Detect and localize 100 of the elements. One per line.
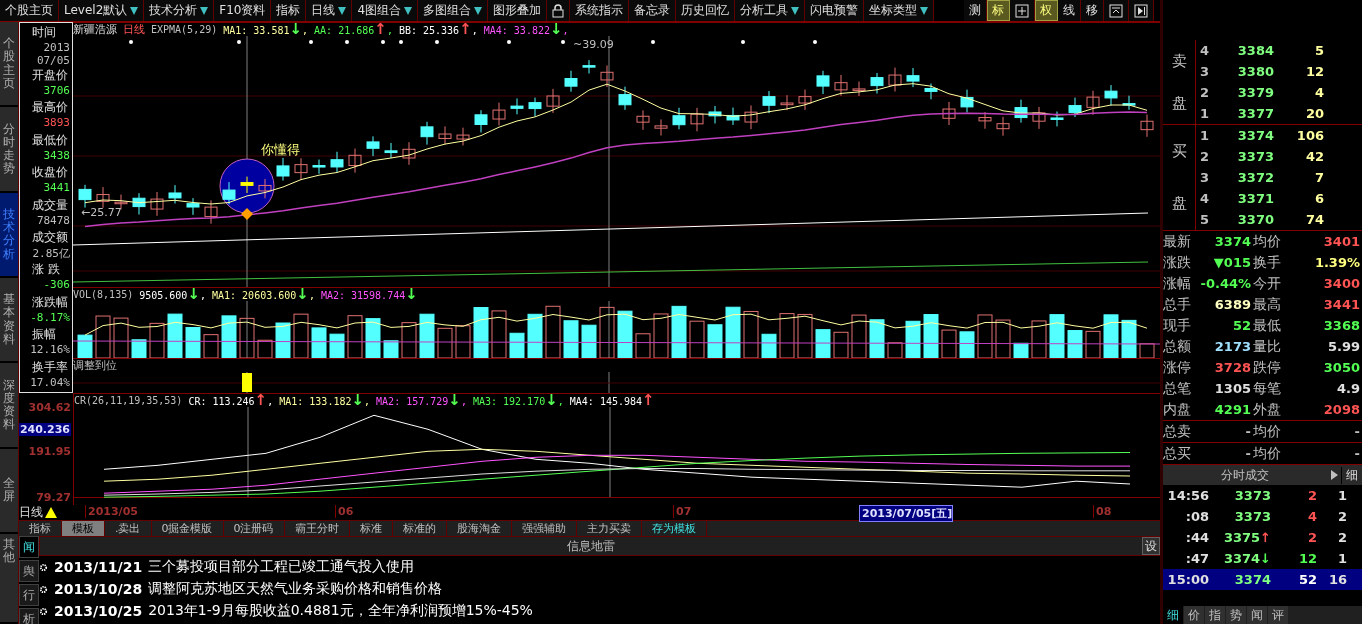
volume-bar bbox=[815, 329, 831, 358]
candlestick bbox=[114, 194, 128, 210]
trade-row[interactable]: 15:00 3374 52 16 bbox=[1163, 569, 1362, 590]
trade-row[interactable]: :44 3375↑ 2 2 bbox=[1163, 527, 1362, 548]
toolbar-button[interactable]: 测 bbox=[964, 0, 988, 21]
toolbar-button[interactable]: 线 bbox=[1058, 0, 1082, 21]
view-tab[interactable]: 势 bbox=[1226, 606, 1246, 624]
toolbar-button[interactable]: 备忘录 bbox=[629, 0, 677, 21]
toolbar-button[interactable]: 多图组合 bbox=[418, 0, 489, 21]
news-title[interactable]: 三个募投项目部分工程已竣工通气投入使用 bbox=[148, 558, 415, 576]
toolbar-button[interactable]: 分析工具 bbox=[735, 0, 806, 21]
level-number: 4 bbox=[1199, 43, 1211, 58]
candlestick bbox=[564, 70, 578, 93]
volume-bar bbox=[293, 313, 309, 358]
side-tab[interactable]: 深度资料 bbox=[0, 363, 18, 449]
info-value: 07/05 bbox=[35, 54, 70, 67]
bid-volume: 6 bbox=[1313, 191, 1324, 206]
date-label: 07 bbox=[673, 505, 692, 518]
level-number: 3 bbox=[1199, 170, 1211, 185]
toolbar-button[interactable]: 个股主页 bbox=[0, 0, 59, 21]
candlestick bbox=[1140, 114, 1154, 138]
stat-label: 现手 bbox=[1163, 315, 1192, 335]
volume-bar bbox=[905, 320, 921, 358]
stat-value: 3050 bbox=[1322, 359, 1361, 377]
window-icon[interactable] bbox=[1109, 3, 1124, 18]
side-tab[interactable]: 分时走势 bbox=[0, 107, 18, 193]
grid-icon[interactable] bbox=[1015, 3, 1030, 18]
toolbar-button[interactable]: 权 bbox=[1035, 0, 1059, 21]
candlestick bbox=[474, 109, 488, 133]
candlestick bbox=[1050, 111, 1064, 127]
info-value: 17.04% bbox=[29, 375, 70, 389]
news-title[interactable]: 2013年1-9月每股收益0.4881元，全年净利润预增15%-45% bbox=[148, 602, 533, 620]
toolbar-button[interactable]: 4图组合 bbox=[352, 0, 419, 21]
template-tab[interactable]: 模板 bbox=[62, 521, 105, 536]
view-tab[interactable]: 价 bbox=[1184, 606, 1204, 624]
trade-row[interactable]: :47 3374↓ 12 1 bbox=[1163, 548, 1362, 569]
stat-value: 3374 bbox=[1213, 233, 1252, 251]
candlestick bbox=[654, 118, 668, 137]
candlestick bbox=[834, 74, 848, 97]
view-tab[interactable]: 评 bbox=[1268, 606, 1288, 624]
view-tab[interactable]: 指 bbox=[1205, 606, 1225, 624]
stat-label: 外盘 bbox=[1253, 399, 1282, 419]
stat-value: 4291 bbox=[1213, 401, 1252, 419]
volume-bar bbox=[311, 327, 327, 358]
view-tab[interactable]: 细 bbox=[1163, 606, 1183, 624]
toolbar-button[interactable]: 标 bbox=[987, 0, 1011, 21]
info-label: 振幅 bbox=[31, 326, 57, 344]
lock-icon[interactable] bbox=[552, 3, 565, 18]
stat-value: ▼015 bbox=[1212, 254, 1252, 272]
news-tab[interactable]: 闻 bbox=[19, 536, 39, 558]
side-tab[interactable]: 其他 bbox=[0, 533, 18, 624]
detail-button[interactable]: 细 bbox=[1341, 466, 1362, 484]
toolbar-button[interactable]: 日线 bbox=[306, 0, 353, 21]
toolbar-button[interactable]: 指标 bbox=[271, 0, 307, 21]
toolbar-button[interactable]: 图形叠加 bbox=[488, 0, 548, 21]
toolbar-button[interactable]: 坐标类型 bbox=[864, 0, 935, 21]
side-tab[interactable]: 个股主页 bbox=[0, 22, 18, 108]
candlestick bbox=[1086, 90, 1100, 116]
side-tab[interactable]: 技术分析 bbox=[0, 192, 18, 278]
stat-value: 3401 bbox=[1322, 233, 1361, 251]
trade-row[interactable]: 14:56 3373 2 1 bbox=[1163, 485, 1362, 506]
stat-value: - bbox=[1244, 445, 1252, 463]
news-tab[interactable]: 行 bbox=[19, 584, 39, 606]
news-tab[interactable]: 析 bbox=[19, 608, 39, 624]
settings-button[interactable]: 设 bbox=[1142, 537, 1160, 555]
side-tab[interactable]: 全屏 bbox=[0, 448, 18, 534]
stat-label: 量比 bbox=[1253, 336, 1282, 356]
news-title[interactable]: 调整阿克苏地区天然气业务采购价格和销售价格 bbox=[148, 580, 443, 598]
trade-row[interactable]: :08 3373 4 2 bbox=[1163, 506, 1362, 527]
news-tab[interactable]: 舆 bbox=[19, 560, 39, 582]
trade-price: 3375↑ bbox=[1222, 530, 1271, 545]
trade-time: :47 bbox=[1184, 551, 1209, 566]
volume-bar bbox=[725, 306, 741, 358]
play-icon[interactable] bbox=[1134, 3, 1149, 18]
volume-bar bbox=[149, 322, 165, 358]
toolbar-button[interactable]: F10资料 bbox=[214, 0, 272, 21]
trade-volume: 12 bbox=[1297, 551, 1317, 566]
volume-bar bbox=[689, 320, 705, 358]
stat-value: 4.9 bbox=[1335, 380, 1361, 398]
stat-label: 涨幅 bbox=[1163, 273, 1192, 293]
stat-value: 52 bbox=[1231, 317, 1252, 335]
low-price-label: ←25.77 bbox=[81, 206, 122, 219]
news-date[interactable]: 2013/10/28 bbox=[54, 581, 143, 597]
news-date[interactable]: 2013/10/25 bbox=[54, 603, 143, 619]
candlestick bbox=[726, 107, 740, 126]
info-value: 3438 bbox=[42, 148, 70, 162]
side-tab[interactable]: 基本资料 bbox=[0, 278, 18, 364]
axis-label: 304.62 bbox=[28, 400, 71, 414]
toolbar-button[interactable]: 闪电预警 bbox=[805, 0, 865, 21]
bid-volume: 106 bbox=[1295, 128, 1324, 143]
signal-bar bbox=[242, 373, 252, 392]
toolbar-button[interactable]: 技术分析 bbox=[144, 0, 215, 21]
toolbar-button[interactable]: 系统指示 bbox=[570, 0, 630, 21]
toolbar-button[interactable]: Level2默认 bbox=[59, 0, 145, 21]
volume-bar bbox=[707, 324, 723, 358]
toolbar-button[interactable]: 历史回忆 bbox=[676, 0, 736, 21]
toolbar-button[interactable]: 移 bbox=[1081, 0, 1105, 21]
volume-bar bbox=[365, 318, 381, 358]
news-date[interactable]: 2013/11/21 bbox=[54, 559, 143, 575]
view-tab[interactable]: 闻 bbox=[1247, 606, 1267, 624]
